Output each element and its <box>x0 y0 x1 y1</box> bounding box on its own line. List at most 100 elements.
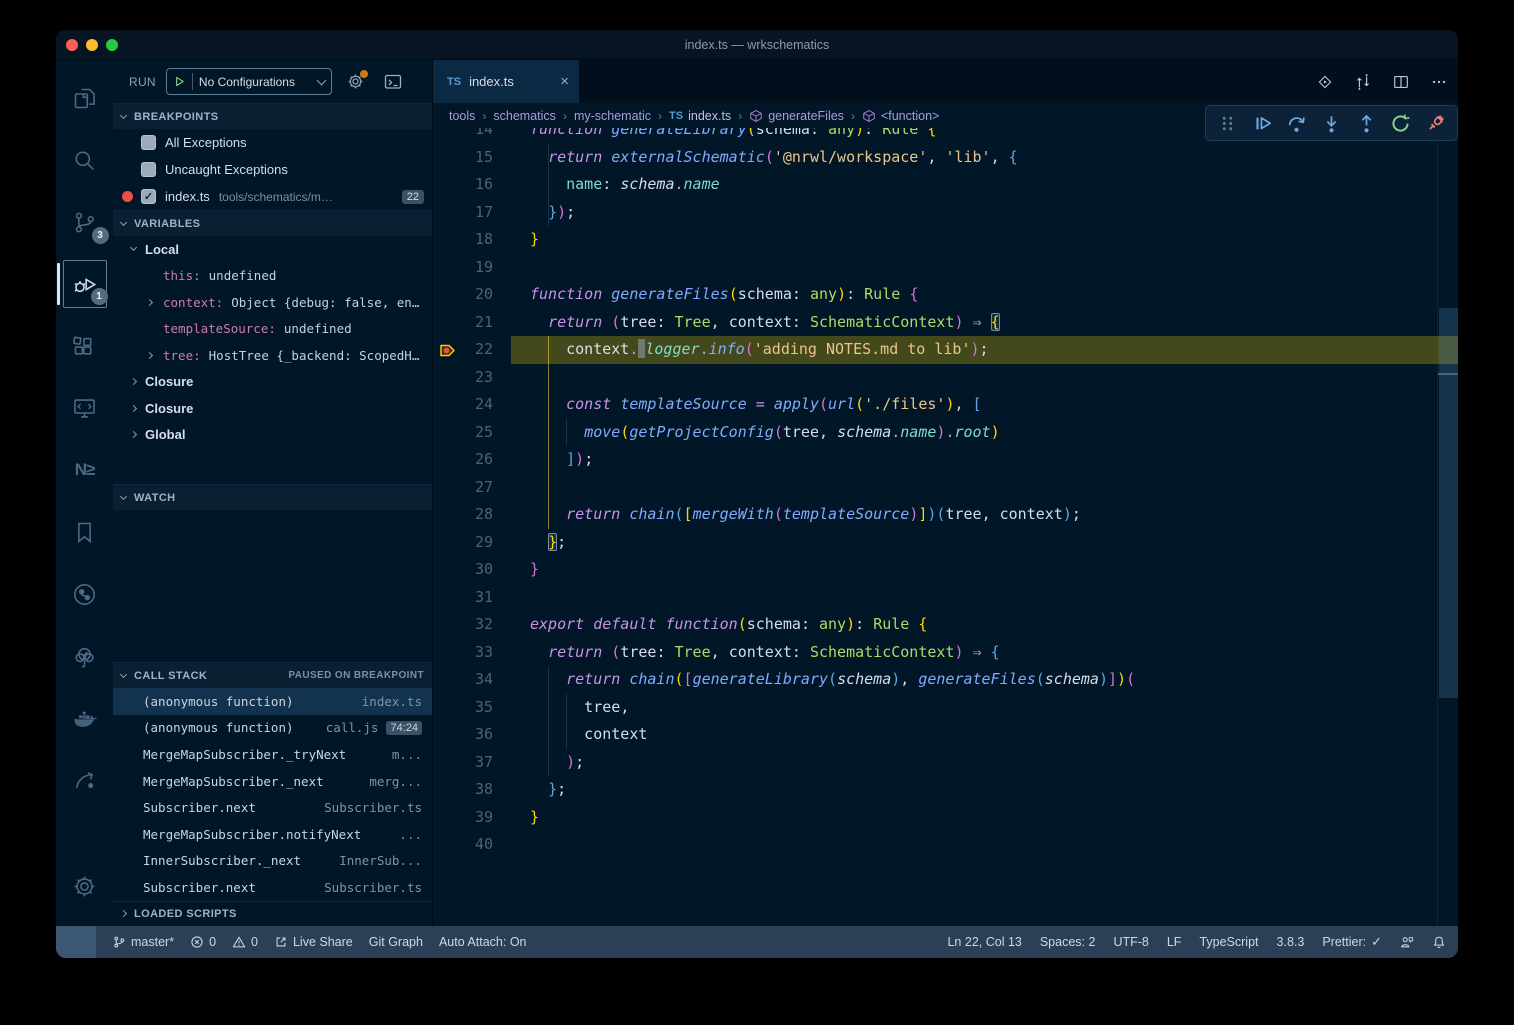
statusbar-encoding[interactable]: UTF-8 <box>1113 935 1148 949</box>
statusbar-notifications[interactable] <box>1432 935 1446 949</box>
code-text[interactable]: } <box>433 556 1458 584</box>
code-text[interactable]: context.logger.info('adding NOTES.md to … <box>433 336 1458 364</box>
editor-action-more-actions[interactable] <box>1430 73 1448 91</box>
watch-section-header[interactable]: WATCH <box>113 484 432 510</box>
editor-action-split-editor[interactable] <box>1392 73 1410 91</box>
call-stack-frame[interactable]: MergeMapSubscriber._nextmerg... <box>113 768 432 795</box>
activity-item-settings[interactable] <box>63 862 107 910</box>
statusbar-auto-attach[interactable]: Auto Attach: On <box>439 935 527 949</box>
code-text[interactable]: name: schema.name <box>433 171 1458 199</box>
statusbar-feedback[interactable] <box>1400 935 1414 949</box>
code-editor[interactable]: 14function generateLibrary(schema: any):… <box>433 128 1458 926</box>
breakpoint-row[interactable]: Uncaught Exceptions <box>113 156 432 183</box>
tab-index-ts[interactable]: TS index.ts × <box>433 60 579 103</box>
breakpoint-checkbox[interactable]: ✓ <box>141 189 156 204</box>
minimize-window-button[interactable] <box>86 39 98 51</box>
statusbar-live-share[interactable]: Live Share <box>274 935 353 949</box>
variables-scope-global[interactable]: Global <box>113 422 432 449</box>
debug-continue-button[interactable] <box>1252 113 1273 134</box>
launch-configuration-dropdown[interactable]: No Configurations <box>166 68 332 95</box>
code-text[interactable]: return externalSchematic('@nrwl/workspac… <box>433 144 1458 172</box>
call-stack-frame[interactable]: MergeMapSubscriber.notifyNext... <box>113 821 432 848</box>
code-text[interactable]: tree, <box>433 694 1458 722</box>
activity-item-nx-console[interactable]: N≥ <box>63 446 107 494</box>
statusbar-git-branch[interactable]: master* <box>112 935 174 949</box>
code-text[interactable]: context <box>433 721 1458 749</box>
statusbar-errors[interactable]: 0 <box>190 935 216 949</box>
statusbar-remote-indicator[interactable] <box>56 926 96 958</box>
code-text[interactable]: ]); <box>433 446 1458 474</box>
line-number[interactable]: 31 <box>433 584 493 612</box>
activity-item-todo-tree[interactable] <box>63 632 107 680</box>
debug-step-over-button[interactable] <box>1286 113 1307 134</box>
breadcrumb-item[interactable]: tools <box>449 109 475 123</box>
activity-item-source-control[interactable]: 3 <box>63 198 107 246</box>
statusbar-cursor-position[interactable]: Ln 22, Col 13 <box>947 935 1021 949</box>
code-text[interactable]: function generateFiles(schema: any): Rul… <box>433 281 1458 309</box>
editor-action-open-changes[interactable] <box>1316 73 1334 91</box>
variable-row[interactable]: templateSource:undefined <box>113 316 432 343</box>
breadcrumb-item[interactable]: schematics <box>493 109 556 123</box>
close-tab-icon[interactable]: × <box>560 73 569 90</box>
scrollbar-slider[interactable] <box>1439 308 1458 698</box>
statusbar-eol[interactable]: LF <box>1167 935 1182 949</box>
window-controls[interactable] <box>66 39 118 51</box>
code-text[interactable]: } <box>433 804 1458 832</box>
code-text[interactable]: return (tree: Tree, context: SchematicCo… <box>433 309 1458 337</box>
close-window-button[interactable] <box>66 39 78 51</box>
call-stack-frame[interactable]: Subscriber.nextSubscriber.ts <box>113 874 432 901</box>
variable-row[interactable]: this:undefined <box>113 263 432 290</box>
call-stack-frame[interactable]: (anonymous function)call.js74:24 <box>113 715 432 742</box>
breadcrumb-item[interactable]: my-schematic <box>574 109 651 123</box>
breakpoint-row[interactable]: All Exceptions <box>113 129 432 156</box>
code-text[interactable]: } <box>433 226 1458 254</box>
code-text[interactable]: export default function(schema: any): Ru… <box>433 611 1458 639</box>
breakpoint-checkbox[interactable] <box>141 162 156 177</box>
activity-item-extensions[interactable] <box>63 322 107 370</box>
call-stack-frame[interactable]: MergeMapSubscriber._tryNextm... <box>113 741 432 768</box>
breadcrumb-item[interactable]: generateFiles <box>749 109 844 123</box>
statusbar-language[interactable]: TypeScript <box>1199 935 1258 949</box>
breadcrumb-item[interactable]: TSindex.ts <box>669 109 731 123</box>
breakpoint-checkbox[interactable] <box>141 135 156 150</box>
activity-item-remote-explorer[interactable] <box>63 384 107 432</box>
line-number[interactable]: 27 <box>433 474 493 502</box>
code-text[interactable]: }; <box>433 776 1458 804</box>
activity-item-bookmarks[interactable] <box>63 508 107 556</box>
variables-scope-closure[interactable]: Closure <box>113 369 432 396</box>
code-text[interactable]: return chain([mergeWith(templateSource)]… <box>433 501 1458 529</box>
statusbar-warnings[interactable]: 0 <box>232 935 258 949</box>
debug-disconnect-button[interactable] <box>1425 113 1446 134</box>
breakpoint-row[interactable]: ✓index.tstools/schematics/my-sch…22 <box>113 183 432 210</box>
variables-scope-local[interactable]: Local <box>113 236 432 263</box>
variables-scope-closure[interactable]: Closure <box>113 395 432 422</box>
call-stack-frame[interactable]: InnerSubscriber._nextInnerSub... <box>113 848 432 875</box>
activity-item-explorer[interactable] <box>63 74 107 122</box>
activity-item-gitlens[interactable] <box>63 570 107 618</box>
code-text[interactable]: }); <box>433 199 1458 227</box>
statusbar-prettier[interactable]: Prettier:✓ <box>1322 934 1382 950</box>
variable-row[interactable]: context:Object {debug: false, en… <box>113 289 432 316</box>
statusbar-ts-version[interactable]: 3.8.3 <box>1277 935 1305 949</box>
code-text[interactable]: return chain([generateLibrary(schema), g… <box>433 666 1458 694</box>
loaded-scripts-section-header[interactable]: LOADED SCRIPTS <box>113 901 432 926</box>
debug-restart-button[interactable] <box>1390 113 1411 134</box>
variable-row[interactable]: tree:HostTree {_backend: ScopedH… <box>113 342 432 369</box>
line-number[interactable]: 40 <box>433 831 493 859</box>
debug-step-out-button[interactable] <box>1356 113 1377 134</box>
activity-item-search[interactable] <box>63 136 107 184</box>
activity-item-run-debug[interactable]: 1 <box>63 260 107 308</box>
code-text[interactable]: return (tree: Tree, context: SchematicCo… <box>433 639 1458 667</box>
open-debug-console-button[interactable] <box>383 72 403 92</box>
code-text[interactable]: }; <box>433 529 1458 557</box>
configure-launch-button[interactable] <box>346 72 365 91</box>
code-text[interactable]: const templateSource = apply(url('./file… <box>433 391 1458 419</box>
line-number[interactable]: 19 <box>433 254 493 282</box>
overview-ruler[interactable] <box>1437 128 1458 926</box>
debug-step-into-button[interactable] <box>1321 113 1342 134</box>
code-text[interactable]: move(getProjectConfig(tree, schema.name)… <box>433 419 1458 447</box>
statusbar-indentation[interactable]: Spaces: 2 <box>1040 935 1096 949</box>
call-stack-frame[interactable]: Subscriber.nextSubscriber.ts <box>113 794 432 821</box>
maximize-window-button[interactable] <box>106 39 118 51</box>
editor-action-compare-changes[interactable] <box>1354 73 1372 91</box>
